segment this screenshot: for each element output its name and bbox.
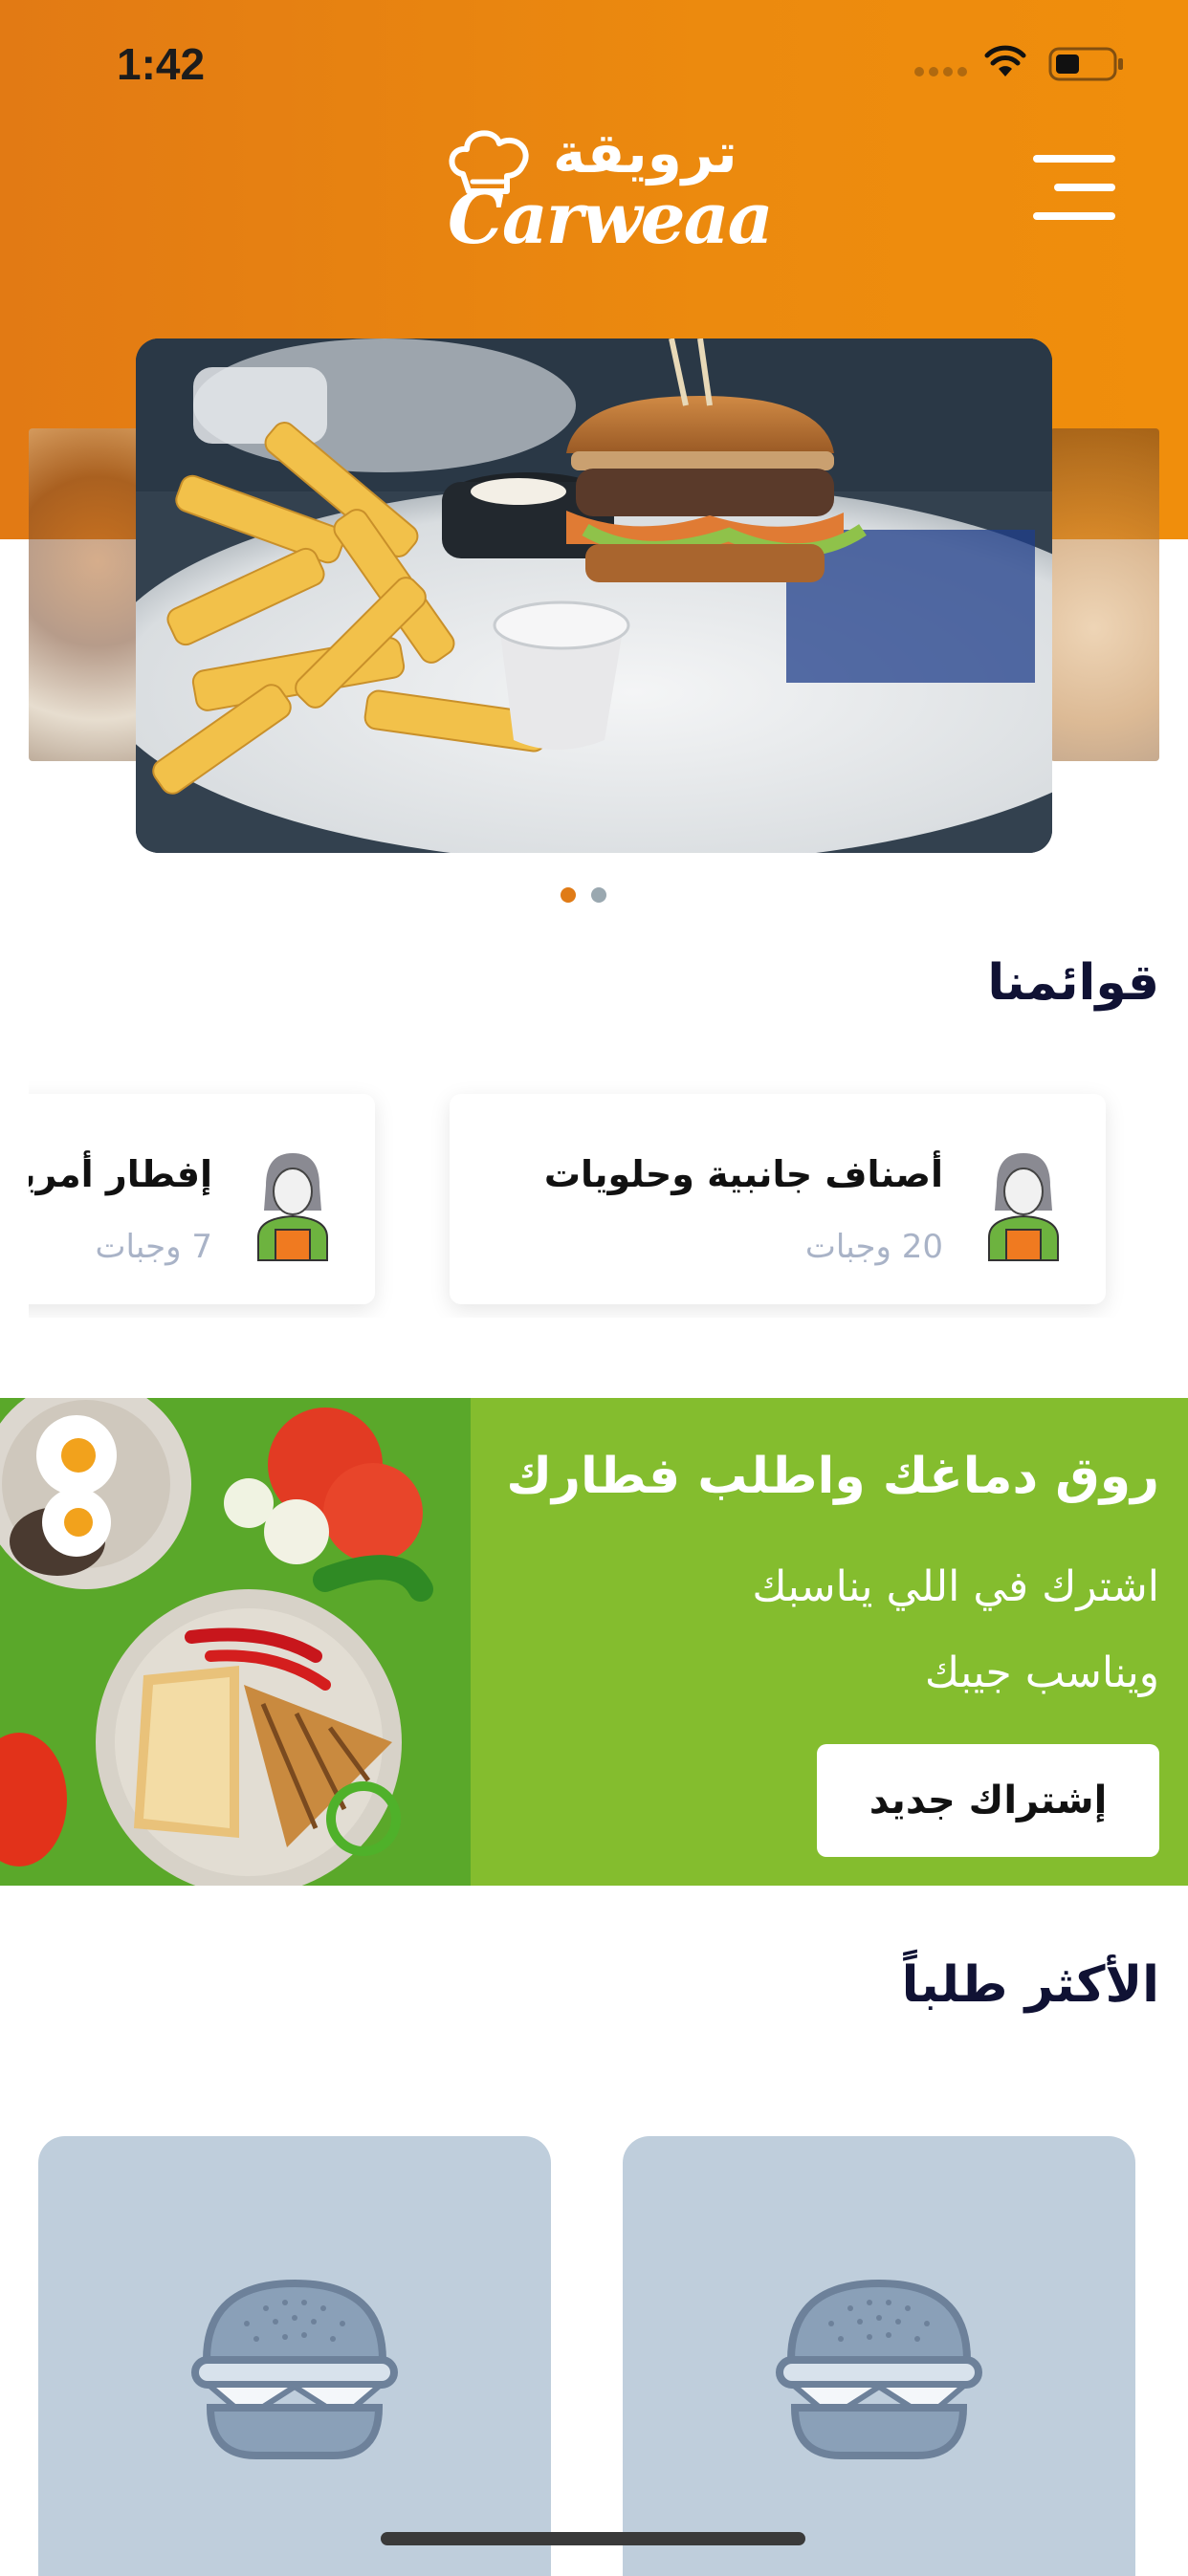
promo-subtitle-line-1: اشترك في اللي يناسبك	[752, 1562, 1159, 1611]
burger-icon	[191, 2280, 398, 2459]
promo-food-image	[0, 1398, 471, 1886]
menu-card[interactable]: أصناف جانبية وحلويات 20 وجبات	[450, 1094, 1106, 1304]
logo-latin-text: Carweaa	[448, 178, 774, 260]
signal-icon	[914, 67, 967, 76]
carousel-dot[interactable]	[591, 887, 606, 903]
menu-card[interactable]: إفطار أمريكي 7 وجبات	[29, 1094, 375, 1304]
breakfast-illustration	[0, 1398, 471, 1886]
promo-subtitle-line-2: ويناسب جيبك	[924, 1648, 1159, 1697]
status-time: 1:42	[117, 39, 206, 89]
wifi-icon	[984, 45, 1026, 76]
home-indicator[interactable]	[381, 2532, 805, 2545]
new-subscription-button[interactable]: إشتراك جديد	[817, 1744, 1159, 1857]
menus-carousel[interactable]: أصناف جانبية وحلويات 20 وجبات إفطار أمري…	[29, 1079, 1188, 1318]
menu-card-count: 7 وجبات	[95, 1228, 212, 1266]
logo-arabic-text: ترويقة	[553, 120, 737, 186]
subscription-promo-banner: روق دماغك واطلب فطارك اشترك في اللي يناس…	[0, 1398, 1188, 1886]
burger-icon	[776, 2280, 982, 2459]
menu-card-title: أصناف جانبية وحلويات	[543, 1153, 943, 1195]
menu-card-title: إفطار أمريكي	[29, 1153, 212, 1195]
chef-avatar-icon	[257, 1153, 328, 1261]
menu-line-icon	[1033, 155, 1115, 163]
menu-line-icon	[1054, 184, 1115, 191]
carousel-slide-burger-fries-image[interactable]	[136, 338, 1052, 853]
product-card[interactable]	[623, 2136, 1135, 2576]
hamburger-menu-button[interactable]	[1033, 153, 1115, 222]
battery-icon	[1048, 47, 1123, 81]
carousel-slide-next[interactable]	[1050, 428, 1159, 761]
menu-card-count: 20 وجبات	[804, 1228, 943, 1266]
carousel-dot-active[interactable]	[561, 887, 576, 903]
menus-section-title: قوائمنا	[987, 954, 1159, 1012]
popular-section-title: الأكثر طلباً	[901, 1956, 1159, 2014]
chef-avatar-icon	[988, 1153, 1059, 1261]
promo-title: روق دماغك واطلب فطارك	[506, 1448, 1159, 1505]
menu-line-icon	[1033, 212, 1115, 220]
carousel-slide-previous[interactable]	[29, 428, 143, 761]
carousel-pagination	[561, 887, 606, 903]
burger-fries-illustration	[136, 338, 1052, 853]
product-card[interactable]	[38, 2136, 551, 2576]
